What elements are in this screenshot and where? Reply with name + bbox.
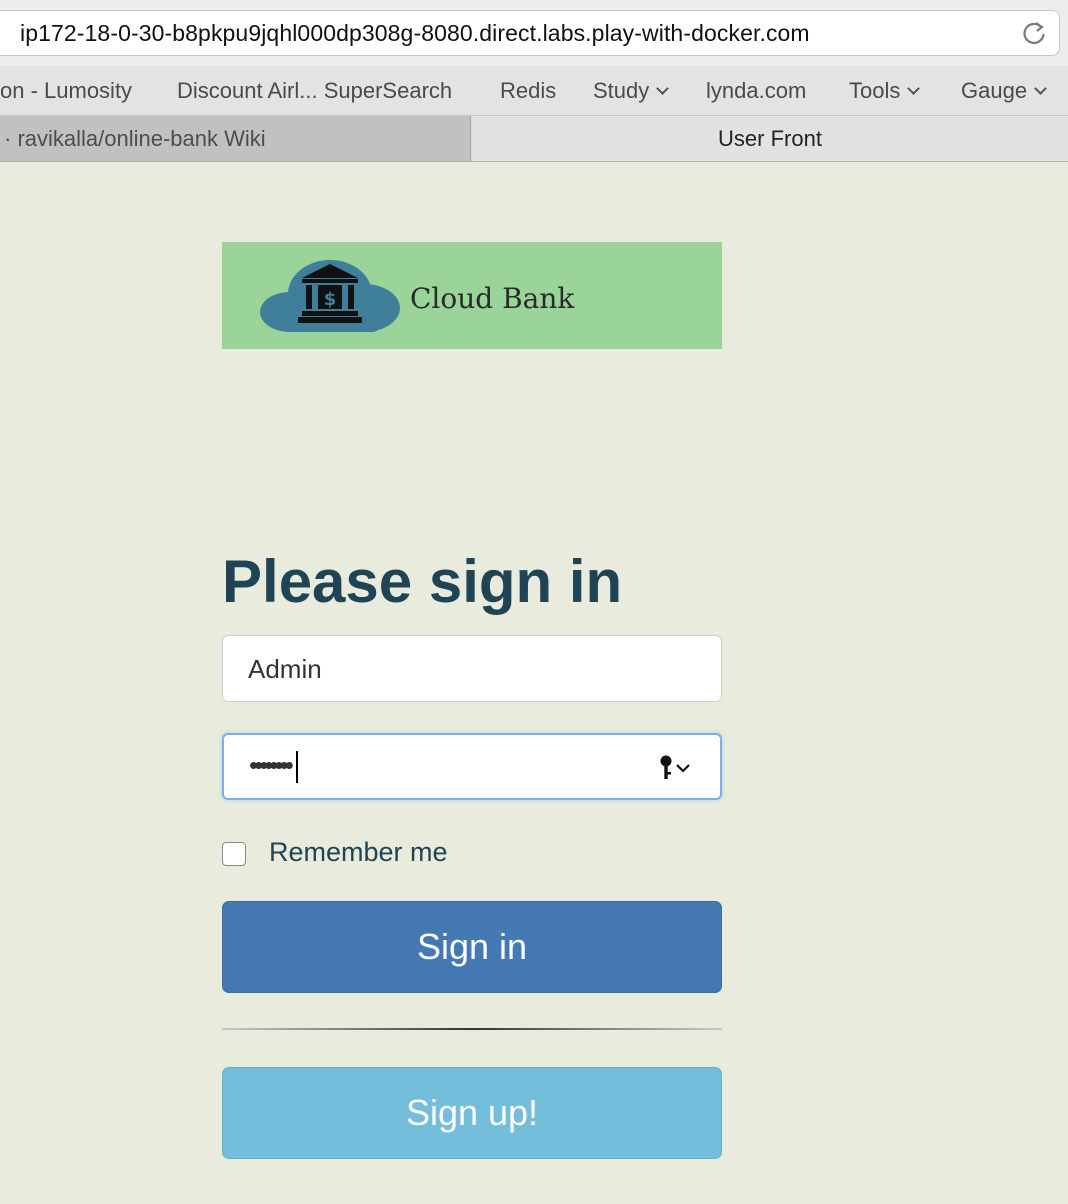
sign-up-button[interactable]: Sign up!	[222, 1067, 722, 1159]
bookmark-study[interactable]: Study	[593, 78, 670, 104]
chevron-down-icon	[656, 82, 670, 95]
bookmark-tools[interactable]: Tools	[849, 78, 921, 104]
text-caret	[295, 751, 298, 784]
sign-in-button[interactable]: Sign in	[222, 901, 722, 993]
remember-me-checkbox[interactable]	[222, 842, 246, 866]
chevron-down-icon	[1034, 82, 1047, 95]
remember-me-label[interactable]: Remember me	[269, 837, 448, 868]
svg-text:$: $	[324, 289, 337, 310]
key-icon[interactable]	[658, 754, 692, 782]
bookmark-discount-airline[interactable]: Discount Airl... SuperSearch	[177, 78, 452, 104]
cloud-bank-icon: $	[260, 260, 400, 332]
password-input[interactable]: ••••••••	[222, 733, 722, 800]
bookmarks-bar: on - Lumosity Discount Airl... SuperSear…	[0, 66, 1068, 116]
tab-online-bank-wiki[interactable]: · ravikalla/online-bank Wiki	[0, 116, 471, 161]
bookmark-lumosity[interactable]: on - Lumosity	[0, 78, 132, 104]
chevron-down-icon	[907, 82, 921, 95]
reload-icon[interactable]	[1019, 18, 1049, 48]
page-content: $ Cloud Bank Please sign in Admin ••••••…	[0, 162, 1068, 1204]
cloud-bank-logo[interactable]: $ Cloud Bank	[222, 242, 722, 349]
bookmark-lynda[interactable]: lynda.com	[706, 78, 806, 104]
bookmark-gauge[interactable]: Gauge	[961, 78, 1047, 104]
tab-user-front[interactable]: User Front	[472, 116, 1068, 161]
url-field[interactable]: ip172-18-0-30-b8pkpu9jqhl000dp308g-8080.…	[0, 10, 1060, 56]
bookmark-redis[interactable]: Redis	[500, 78, 556, 104]
logo-text: Cloud Bank	[410, 282, 575, 315]
username-value: Admin	[248, 654, 322, 684]
url-text[interactable]: ip172-18-0-30-b8pkpu9jqhl000dp308g-8080.…	[20, 20, 810, 47]
address-bar: ip172-18-0-30-b8pkpu9jqhl000dp308g-8080.…	[0, 0, 1068, 66]
password-value: ••••••••	[249, 750, 298, 784]
divider	[222, 1028, 722, 1030]
username-input[interactable]: Admin	[222, 635, 722, 702]
tab-bar: · ravikalla/online-bank Wiki User Front	[0, 116, 1068, 162]
page-title: Please sign in	[222, 548, 623, 615]
